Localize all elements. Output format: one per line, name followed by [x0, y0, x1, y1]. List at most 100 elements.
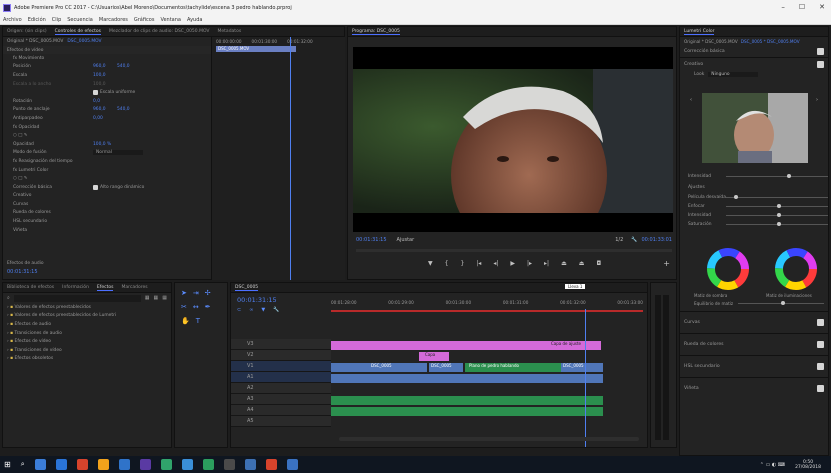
layer-clip[interactable]: Capa [419, 352, 449, 361]
step-back-icon[interactable]: ◂| [493, 260, 498, 267]
tab-audio-mixer[interactable]: Mezclador de clips de audio: DSC_0050.MO… [109, 29, 210, 34]
tab-effects[interactable]: Efectos [96, 285, 114, 291]
selection-tool-icon[interactable]: ➤ [181, 289, 187, 297]
menu-archivo[interactable]: Archivo [3, 17, 22, 23]
adjust-title[interactable]: Ajustes [688, 181, 828, 193]
folder-item[interactable]: › ▪ Valores de efectos preestablecidos [7, 303, 171, 312]
folder-item[interactable]: › ▪ Efectos obsoletos [7, 355, 171, 364]
effect-row[interactable]: HSL secundario [13, 217, 203, 226]
tab-source[interactable]: Origen: (sin clips) [7, 29, 47, 34]
adjustment-layer-clip[interactable]: Capa de ajuste [331, 341, 601, 350]
uniform-scale-row[interactable]: Escala uniforme [13, 88, 203, 97]
track-header[interactable]: V1 [231, 361, 331, 372]
menu-ayuda[interactable]: Ayuda [187, 17, 202, 23]
blend-mode-select[interactable]: Normal [93, 150, 143, 156]
timeline-ruler[interactable]: 00:01:28:00 00:01:29:00 00:01:30:00 00:01:3… [331, 300, 643, 305]
effect-row[interactable]: fx Opacidad [13, 123, 203, 132]
menu-edicion[interactable]: Edición [28, 17, 46, 23]
effect-row[interactable]: Modo de fusión Normal [13, 149, 203, 158]
clock[interactable]: 0:50 27/08/2018 [795, 460, 821, 470]
effect-row[interactable]: Punto de anclaje 960,0 540,0 [13, 106, 203, 115]
mask-tools-row[interactable]: ○ □ ✎ [13, 131, 203, 140]
effect-row[interactable]: Rotación 0,0 [13, 97, 203, 106]
track-select-icon[interactable]: ⇥ [193, 289, 199, 297]
mark-in-icon[interactable]: { [445, 260, 449, 267]
folder-item[interactable]: › ▪ Efectos de vídeo [7, 337, 171, 346]
tab-info[interactable]: Información [62, 285, 89, 290]
excel-icon[interactable] [202, 459, 214, 470]
basic-enable-checkbox[interactable] [817, 48, 824, 55]
go-to-in-icon[interactable]: |◂ [476, 260, 481, 267]
export-frame-icon[interactable]: ◘ [596, 260, 601, 267]
sequence-clip-label[interactable]: DSC_0005.MOV [67, 39, 101, 44]
program-timecode[interactable]: 00:01:31:15 [356, 237, 387, 243]
tint-balance-row[interactable]: Equilibrio de matiz [694, 301, 824, 306]
step-forward-icon[interactable]: |▸ [527, 260, 532, 267]
minimize-button[interactable]: – [781, 3, 785, 11]
menu-graficos[interactable]: Gráficos [134, 17, 155, 23]
uniform-scale-checkbox[interactable] [93, 90, 98, 96]
media-encoder-icon[interactable] [160, 459, 172, 470]
menu-clip[interactable]: Clip [52, 17, 61, 23]
keyframe-clip-bar[interactable]: DSC_0005.MOV [216, 46, 296, 52]
pen-mask-icon[interactable]: ✎ [24, 176, 28, 181]
effect-row[interactable]: fx Movimiento [13, 54, 203, 63]
previous-look-icon[interactable]: ‹ [690, 97, 692, 103]
work-area-bar[interactable] [331, 310, 643, 312]
windows-start-icon[interactable]: ⊞ [4, 460, 11, 469]
look-select[interactable]: Ninguno [708, 72, 759, 77]
slider-row[interactable]: Enfocar [688, 202, 828, 211]
32bit-effects-icon[interactable]: ▦ [154, 295, 159, 301]
tab-markers[interactable]: Marcadores [121, 285, 147, 290]
lumetri-section-curves[interactable]: Curvas [680, 311, 828, 333]
tray-icons[interactable]: ⌃ ▭ ◐ ⌨ [760, 462, 785, 468]
fit-select[interactable]: Ajustar [397, 237, 415, 243]
folder-icon[interactable] [97, 459, 109, 470]
hand-tool-icon[interactable]: ✋ [181, 317, 190, 325]
slider-row[interactable]: Saturación [688, 220, 828, 229]
video-clip[interactable]: DSC_0005 [561, 363, 603, 372]
tab-program[interactable]: Programa: DSC_0005 [352, 29, 400, 35]
effect-row[interactable]: Antiparpadeo 0,00 [13, 114, 203, 123]
program-scrubber[interactable] [356, 249, 672, 252]
menu-ventana[interactable]: Ventana [160, 17, 181, 23]
slider-row[interactable]: Película desvaída [688, 193, 828, 202]
shadow-tint-wheel[interactable] [706, 247, 750, 293]
mark-out-icon[interactable]: } [460, 260, 464, 267]
video-clip[interactable]: DSC_0005 [331, 363, 427, 372]
audio-clip-a1[interactable] [331, 374, 603, 383]
audio-clip-a3[interactable] [331, 396, 603, 405]
wrench-icon[interactable]: 🔧 [273, 307, 279, 313]
track-header[interactable]: A5 [231, 416, 331, 427]
ellipse-mask-icon[interactable]: ○ [13, 176, 17, 181]
timeline-playhead[interactable] [585, 309, 586, 447]
effects-search-input[interactable] [13, 294, 141, 302]
video-clip[interactable]: DSC_0005 [429, 363, 463, 372]
folder-item[interactable]: › ▪ Transiciones de audio [7, 329, 171, 338]
powerpoint-icon[interactable] [265, 459, 277, 470]
effect-row[interactable]: Viñeta [13, 226, 203, 235]
ripple-edit-icon[interactable]: ✢ [205, 289, 211, 297]
effect-row[interactable]: Posición 960,0 540,0 [13, 63, 203, 72]
highlight-tint-wheel[interactable] [774, 247, 818, 293]
add-marker-icon[interactable]: ▼ [428, 260, 433, 267]
tab-lumetri[interactable]: Lumetri Color [684, 29, 715, 35]
search-icon[interactable]: ⌕ [21, 460, 25, 469]
keyframe-playhead[interactable] [290, 37, 291, 280]
effect-row[interactable]: Opacidad 100,0 % [13, 140, 203, 149]
go-to-out-icon[interactable]: ▸| [544, 260, 549, 267]
pen-mask-icon[interactable]: ✎ [24, 133, 28, 138]
video-clip[interactable]: Plano de pedro hablando [465, 363, 561, 372]
effect-row[interactable]: Corrección básica Alto rango dinámico [13, 183, 203, 192]
close-button[interactable]: ✕ [819, 3, 825, 11]
app-icon[interactable] [223, 459, 235, 470]
add-marker-icon[interactable]: ▼ [261, 307, 265, 313]
tab-timeline-sequence[interactable]: DSC_0005 [235, 285, 259, 291]
creative-enable-checkbox[interactable] [817, 60, 824, 68]
ellipse-mask-icon[interactable]: ○ [13, 133, 17, 138]
timeline-scrollbar[interactable] [339, 437, 639, 441]
store-icon[interactable] [286, 459, 298, 470]
timeline-timecode[interactable]: 00:01:31:15 [237, 296, 277, 304]
tab-effect-controls[interactable]: Controles de efectos [54, 29, 101, 35]
tab-effects-library[interactable]: Biblioteca de efectos [7, 285, 54, 290]
